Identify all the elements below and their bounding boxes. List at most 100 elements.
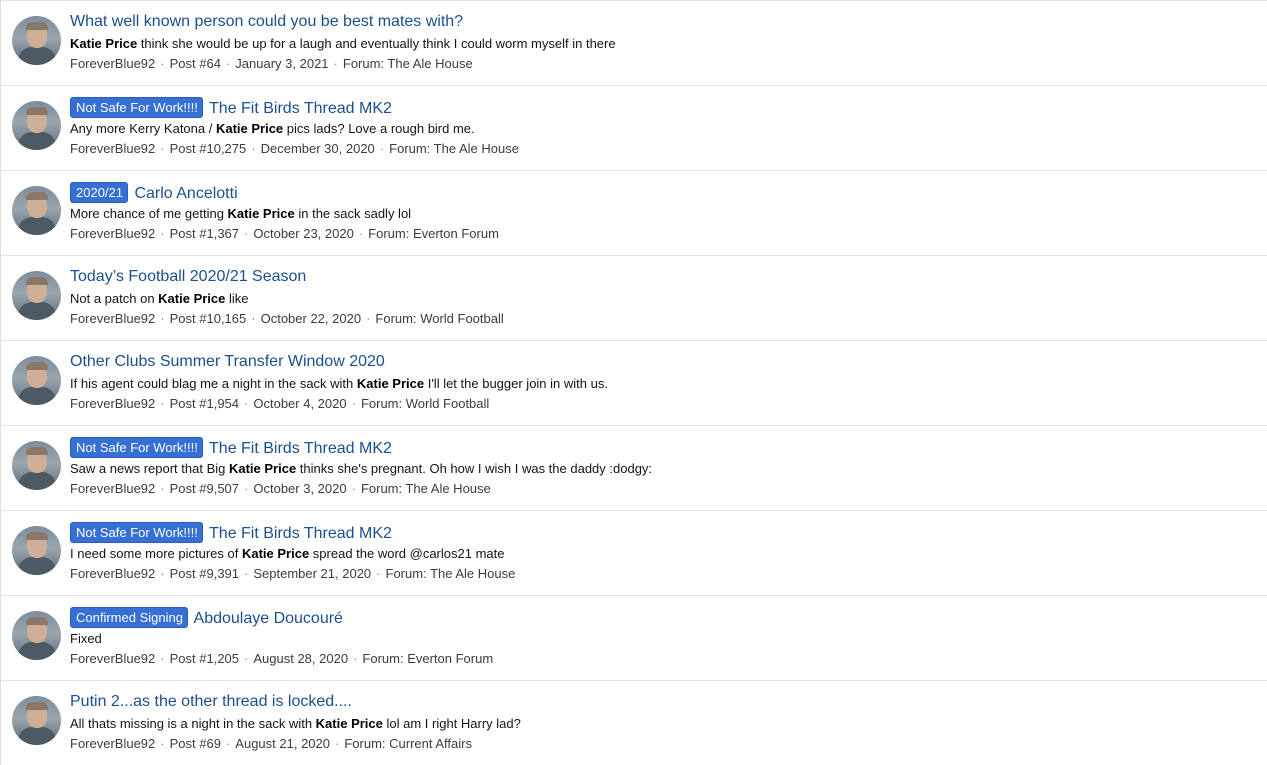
post-date[interactable]: January 3, 2021 [235,56,328,71]
post-snippet: Not a patch on Katie Price like [70,290,1257,308]
title-line: Not Safe For Work!!!! The Fit Birds Thre… [70,97,1257,118]
thread-prefix-label[interactable]: 2020/21 [70,182,128,203]
post-snippet: More chance of me getting Katie Price in… [70,205,1257,223]
forum-link[interactable]: Forum: The Ale House [361,481,491,496]
author-link[interactable]: ForeverBlue92 [70,226,155,241]
meta-separator: · [160,141,165,156]
search-results-list: What well known person could you be best… [0,0,1267,765]
author-link[interactable]: ForeverBlue92 [70,396,155,411]
title-line: 2020/21 Carlo Ancelotti [70,182,1257,203]
meta-separator: · [160,226,165,241]
avatar[interactable] [12,356,61,405]
post-number-link[interactable]: Post #1,367 [170,226,239,241]
thread-title-link[interactable]: Other Clubs Summer Transfer Window 2020 [70,353,385,370]
author-link[interactable]: ForeverBlue92 [70,56,155,71]
result-meta: ForeverBlue92 · Post #10,275 · December 30, … [70,140,1257,158]
thread-prefix-label[interactable]: Not Safe For Work!!!! [70,437,203,458]
snippet-before: Saw a news report that Big [70,461,229,476]
avatar[interactable] [12,271,61,320]
forum-link[interactable]: Forum: World Football [375,311,503,326]
post-number-link[interactable]: Post #69 [170,736,221,751]
result-content: Today’s Football 2020/21 Season Not a pa… [70,267,1257,328]
thread-title-link[interactable]: Abdoulaye Doucouré [194,610,343,627]
forum-link[interactable]: Forum: Everton Forum [362,651,493,666]
snippet-after: spread the word @carlos21 mate [309,546,505,561]
avatar[interactable] [12,186,61,235]
snippet-after: think she would be up for a laugh and ev… [137,36,616,51]
meta-separator: · [160,311,165,326]
snippet-highlight: Katie Price [215,121,284,136]
thread-title-link[interactable]: The Fit Birds Thread MK2 [209,525,392,542]
result-meta: ForeverBlue92 · Post #9,507 · October 3, 202… [70,480,1257,498]
thread-prefix-label[interactable]: Not Safe For Work!!!! [70,97,203,118]
thread-title-link[interactable]: Today’s Football 2020/21 Season [70,268,306,285]
avatar[interactable] [12,611,61,660]
post-number-link[interactable]: Post #1,205 [170,651,239,666]
author-link[interactable]: ForeverBlue92 [70,141,155,156]
forum-link[interactable]: Forum: Everton Forum [368,226,499,241]
forum-link[interactable]: Forum: Current Affairs [344,736,472,751]
avatar[interactable] [12,526,61,575]
author-link[interactable]: ForeverBlue92 [70,481,155,496]
thread-title-link[interactable]: Carlo Ancelotti [134,185,237,202]
thread-title-link[interactable]: The Fit Birds Thread MK2 [209,100,392,117]
post-number-link[interactable]: Post #64 [170,56,221,71]
post-date[interactable]: August 21, 2020 [235,736,330,751]
meta-separator: · [335,736,340,751]
author-link[interactable]: ForeverBlue92 [70,651,155,666]
meta-separator: · [351,481,356,496]
meta-separator: · [244,396,249,411]
author-link[interactable]: ForeverBlue92 [70,736,155,751]
author-link[interactable]: ForeverBlue92 [70,311,155,326]
post-date[interactable]: September 21, 2020 [253,566,371,581]
meta-separator: · [160,736,165,751]
thread-title-link[interactable]: What well known person could you be best… [70,13,463,30]
avatar[interactable] [12,16,61,65]
post-snippet: Saw a news report that Big Katie Price t… [70,460,1257,478]
meta-separator: · [376,566,381,581]
avatar[interactable] [12,441,61,490]
post-number-link[interactable]: Post #9,507 [170,481,239,496]
post-number-link[interactable]: Post #9,391 [170,566,239,581]
snippet-after: I'll let the bugger join in with us. [424,376,608,391]
post-number-link[interactable]: Post #1,954 [170,396,239,411]
post-date[interactable]: October 23, 2020 [253,226,353,241]
post-date[interactable]: October 4, 2020 [253,396,346,411]
snippet-after: like [225,291,249,306]
result-meta: ForeverBlue92 · Post #1,954 · October 4, 202… [70,395,1257,413]
title-line: What well known person could you be best… [70,12,1257,33]
meta-separator: · [353,651,358,666]
forum-link[interactable]: Forum: The Ale House [386,566,516,581]
post-date[interactable]: August 28, 2020 [253,651,348,666]
post-snippet: Fixed [70,630,1257,648]
thread-title-link[interactable]: Putin 2...as the other thread is locked.… [70,693,352,710]
result-content: What well known person could you be best… [70,12,1257,73]
post-number-link[interactable]: Post #10,275 [170,141,247,156]
meta-separator: · [366,311,371,326]
thread-title-link[interactable]: The Fit Birds Thread MK2 [209,440,392,457]
snippet-before: If his agent could blag me a night in th… [70,376,357,391]
result-content: Putin 2...as the other thread is locked.… [70,692,1257,753]
forum-link[interactable]: Forum: The Ale House [343,56,473,71]
thread-prefix-label[interactable]: Not Safe For Work!!!! [70,522,203,543]
snippet-after: in the sack sadly lol [294,206,412,221]
forum-link[interactable]: Forum: The Ale House [389,141,519,156]
meta-separator: · [333,56,338,71]
post-date[interactable]: October 22, 2020 [261,311,361,326]
author-link[interactable]: ForeverBlue92 [70,566,155,581]
avatar[interactable] [12,696,61,745]
post-number-link[interactable]: Post #10,165 [170,311,247,326]
result-content: Confirmed Signing Abdoulaye Doucouré Fix… [70,607,1257,668]
post-date[interactable]: October 3, 2020 [253,481,346,496]
snippet-highlight: Katie Price [241,546,310,561]
snippet-highlight: Katie Price [158,291,226,306]
post-date[interactable]: December 30, 2020 [261,141,375,156]
meta-separator: · [358,226,364,241]
avatar[interactable] [12,101,61,150]
result-meta: ForeverBlue92 · Post #64 · January 3, 2021 · F… [70,55,1257,73]
forum-link[interactable]: Forum: World Football [361,396,489,411]
search-result-row: Other Clubs Summer Transfer Window 2020 … [1,340,1267,425]
thread-prefix-label[interactable]: Confirmed Signing [70,607,188,628]
post-snippet: Any more Kerry Katona / Katie Price pics… [70,120,1257,138]
snippet-before: I need some more pictures of [70,546,242,561]
